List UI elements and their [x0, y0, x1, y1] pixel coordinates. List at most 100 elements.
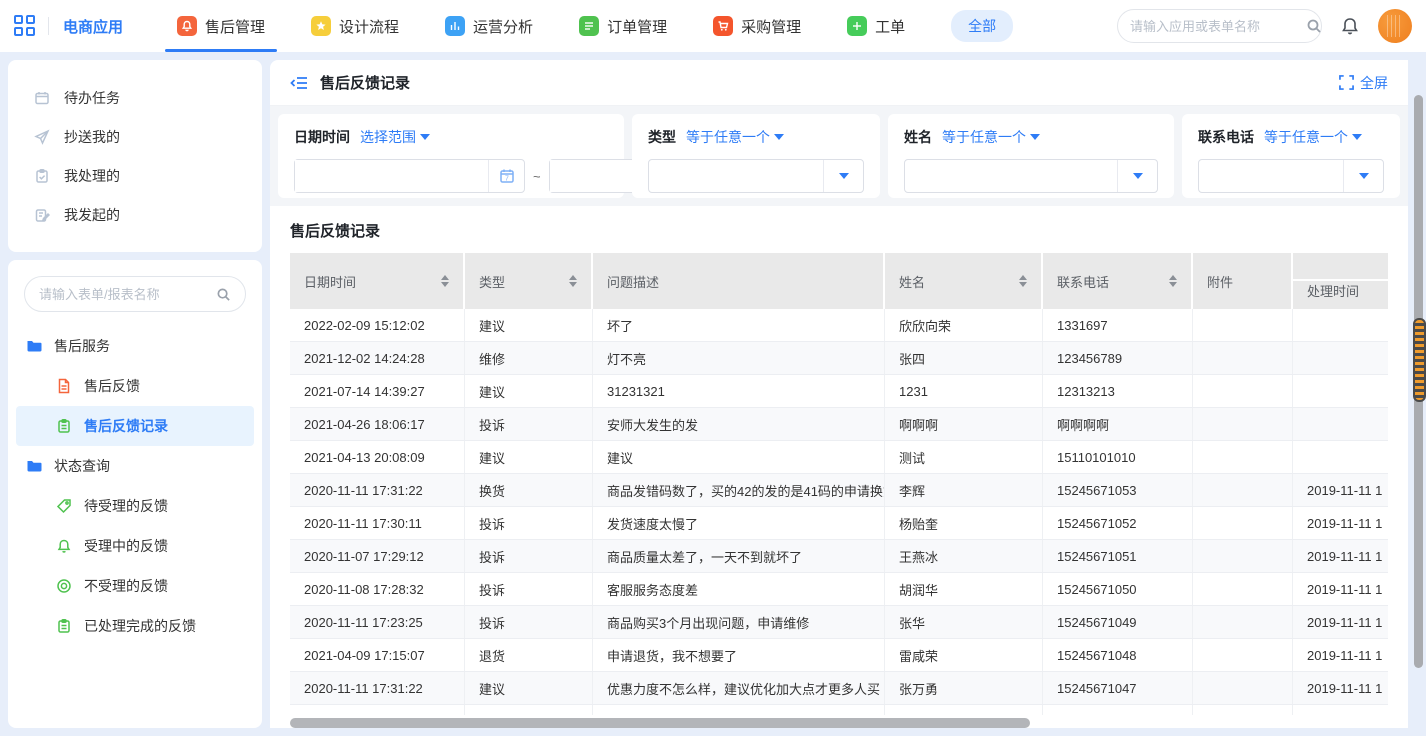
filter-select-联系电话[interactable] [1198, 159, 1384, 193]
table-row[interactable]: 2020-11-07 17:29:12投诉商品质量太差了，一天不到就坏了王燕冰1… [290, 540, 1388, 573]
table-row[interactable]: 2022-02-09 15:12:02建议坏了欣欣向荣1331697 [290, 309, 1388, 342]
table-row[interactable]: 2020-11-11 17:31:22换货商品发错码数了，买的42的发的是41码… [290, 474, 1388, 507]
notification-bell-icon[interactable] [1340, 16, 1360, 36]
sort-icon[interactable] [1019, 275, 1027, 287]
app-name[interactable]: 电商应用 [63, 16, 123, 37]
cell-附件 [1193, 573, 1293, 605]
caret-down-icon [420, 134, 430, 140]
chevron-down-icon[interactable] [1117, 160, 1157, 192]
sidebar-item-抄送我的[interactable]: 抄送我的 [8, 117, 262, 156]
column-header-附件: 附件 [1193, 253, 1293, 309]
date-input-field[interactable] [295, 160, 488, 192]
table-row[interactable]: 2020-11-11 17:30:11投诉发货速度太慢了杨贻奎152456710… [290, 507, 1388, 540]
filter-select-姓名[interactable] [904, 159, 1158, 193]
nav-tab-4[interactable]: 订单管理 [561, 0, 685, 52]
feedback-side-handle[interactable] [1413, 318, 1426, 402]
nav-tab-6[interactable]: 工单 [829, 0, 923, 52]
sidebar-item-我发起的[interactable]: 我发起的 [8, 195, 262, 234]
nav-tab-5[interactable]: 采购管理 [695, 0, 819, 52]
quick-item-label: 抄送我的 [64, 127, 120, 147]
table-row[interactable]: 2021-07-14 14:39:27建议3123132112311231321… [290, 375, 1388, 408]
all-apps-button[interactable]: 全部 [951, 10, 1013, 42]
cell-联系电话: 15245671047 [1043, 672, 1193, 704]
cell-附件 [1193, 474, 1293, 506]
quick-item-label: 我处理的 [64, 166, 120, 186]
calendar-icon[interactable]: 7 [488, 160, 524, 192]
horizontal-scrollbar-thumb[interactable] [290, 718, 1030, 728]
cell-附件 [1193, 342, 1293, 374]
table-row[interactable]: 2020-11-08 17:28:32投诉客服服务态度差胡润华152456710… [290, 573, 1388, 606]
plus-app-icon [847, 16, 867, 36]
tree-item-已处理完成的反馈[interactable]: 已处理完成的反馈 [16, 606, 254, 646]
cell-日期时间: 2020-11-11 17:30:11 [290, 507, 465, 539]
cell-日期时间: 2020-11-11 17:31:22 [290, 474, 465, 506]
nav-tab-3[interactable]: 运营分析 [427, 0, 551, 52]
tree-folder-售后服务[interactable]: 售后服务 [8, 326, 262, 366]
cell-日期时间: 2021-12-02 14:24:28 [290, 342, 465, 374]
table-row[interactable]: 2021-04-09 17:15:07退货申请退货，我不想要了雷咸荣152456… [290, 639, 1388, 672]
cell-处理时间 [1293, 309, 1388, 341]
cell-附件 [1193, 672, 1293, 704]
nav-tabs: 售后管理设计流程运营分析订单管理采购管理工单 [159, 0, 933, 52]
table-row[interactable]: 2021-12-02 14:24:28维修灯不亮张四123456789 [290, 342, 1388, 375]
sidebar-tree: 售后服务售后反馈售后反馈记录状态查询待受理的反馈受理中的反馈不受理的反馈已处理完… [8, 326, 262, 646]
topbar-search-input[interactable] [1130, 19, 1306, 34]
column-header-日期时间[interactable]: 日期时间 [290, 253, 465, 309]
sidebar-item-待办任务[interactable]: 待办任务 [8, 78, 262, 117]
tree-item-label: 已处理完成的反馈 [84, 616, 196, 636]
fullscreen-button[interactable]: 全屏 [1339, 73, 1388, 93]
date-range-separator: ~ [533, 169, 541, 184]
table-row[interactable]: 2020-11-11 17:31:22建议优惠力度不怎么样，建议优化加大点才更多… [290, 672, 1388, 705]
star-app-icon [311, 16, 331, 36]
cell-类型: 换货 [465, 474, 593, 506]
apps-grid-icon[interactable] [14, 15, 36, 37]
search-icon[interactable] [1306, 18, 1322, 34]
sidebar-search-input[interactable] [39, 287, 216, 302]
cell-联系电话: 15110101010 [1043, 441, 1193, 473]
filter-condition-dropdown[interactable]: 等于任意一个 [686, 127, 784, 147]
cell-日期时间: 2021-04-09 17:15:07 [290, 639, 465, 671]
tree-item-不受理的反馈[interactable]: 不受理的反馈 [16, 566, 254, 606]
folder-label: 售后服务 [54, 336, 110, 356]
sort-icon[interactable] [441, 275, 449, 287]
collapse-sidebar-icon[interactable] [290, 75, 308, 91]
column-header-类型[interactable]: 类型 [465, 253, 593, 309]
column-header-联系电话[interactable]: 联系电话 [1043, 253, 1193, 309]
filter-condition-dropdown[interactable]: 等于任意一个 [942, 127, 1040, 147]
table-row[interactable]: 2020-11-11 17:23:25投诉商品购买3个月出现问题，申请维修张华1… [290, 606, 1388, 639]
horizontal-scrollbar[interactable] [290, 718, 1388, 728]
nav-tab-1[interactable]: 售后管理 [159, 0, 283, 52]
cell-联系电话: 1331697 [1043, 309, 1193, 341]
user-avatar[interactable] [1378, 9, 1412, 43]
table-scroll-area: 日期时间类型问题描述姓名联系电话附件处理时间2022-02-09 15:12:0… [290, 253, 1388, 715]
nav-tab-2[interactable]: 设计流程 [293, 0, 417, 52]
search-icon[interactable] [216, 287, 231, 302]
filter-condition-dropdown[interactable]: 选择范围 [360, 127, 430, 147]
cell-附件 [1193, 606, 1293, 638]
cell-联系电话: 15245671052 [1043, 507, 1193, 539]
cell-联系电话: 15245671053 [1043, 474, 1193, 506]
tree-item-受理中的反馈[interactable]: 受理中的反馈 [16, 526, 254, 566]
chevron-down-icon[interactable] [823, 160, 863, 192]
table-row[interactable]: 2021-04-13 20:08:09建议建议测试15110101010 [290, 441, 1388, 474]
tree-folder-状态查询[interactable]: 状态查询 [8, 446, 262, 486]
main-panel: 售后反馈记录 全屏 日期时间选择范围7~7类型等于任意一个姓名等于任意一个联系电… [270, 60, 1408, 728]
cell-姓名: 杨贻奎 [885, 507, 1043, 539]
cell-姓名: 张华 [885, 606, 1043, 638]
clipboard-icon [56, 418, 72, 434]
tree-item-label: 待受理的反馈 [84, 496, 168, 516]
tree-item-待受理的反馈[interactable]: 待受理的反馈 [16, 486, 254, 526]
sort-icon[interactable] [569, 275, 577, 287]
cell-问题描述: 申请退货，我不想要了 [593, 639, 885, 671]
chevron-down-icon[interactable] [1343, 160, 1383, 192]
table-row[interactable]: 2021-04-26 18:06:17投诉安师大发生的发啊啊啊啊啊啊啊 [290, 408, 1388, 441]
date-input[interactable]: 7 [294, 159, 525, 193]
tree-item-售后反馈[interactable]: 售后反馈 [16, 366, 254, 406]
filter-select-类型[interactable] [648, 159, 864, 193]
column-header-姓名[interactable]: 姓名 [885, 253, 1043, 309]
sort-icon[interactable] [1169, 275, 1177, 287]
filter-condition-dropdown[interactable]: 等于任意一个 [1264, 127, 1362, 147]
tree-item-售后反馈记录[interactable]: 售后反馈记录 [16, 406, 254, 446]
cell-处理时间: 2019-11-11 1 [1293, 639, 1388, 671]
sidebar-item-我处理的[interactable]: 我处理的 [8, 156, 262, 195]
